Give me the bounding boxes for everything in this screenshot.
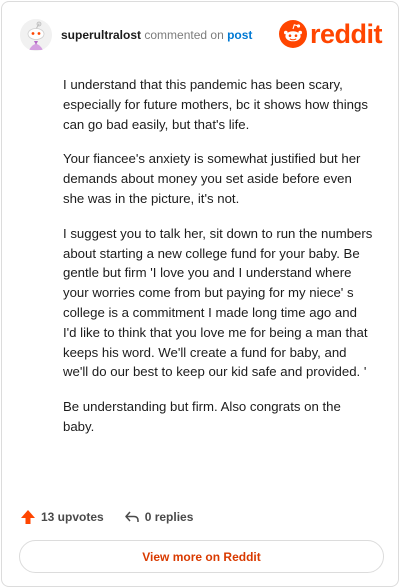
- comment-body: I understand that this pandemic has been…: [63, 75, 373, 452]
- comment-footer: 13 upvotes 0 replies: [20, 507, 193, 527]
- comment-paragraph: Your fiancee's anxiety is somewhat justi…: [63, 151, 361, 206]
- reply-arrow-icon: [124, 511, 139, 522]
- snoo-avatar-icon: [20, 19, 52, 51]
- comment-header: superultralost commented on post reddit: [20, 18, 383, 52]
- reddit-logo[interactable]: reddit: [278, 18, 383, 50]
- replies-stat[interactable]: 0 replies: [124, 509, 194, 525]
- user-avatar[interactable]: [20, 19, 52, 51]
- comment-byline: superultralost commented on post: [61, 28, 252, 42]
- comment-paragraph: Be understanding but firm. Also congrats…: [63, 399, 341, 434]
- upvotes-stat[interactable]: 13 upvotes: [20, 509, 104, 525]
- comment-paragraph: I suggest you to talk her, sit down to r…: [63, 225, 373, 380]
- comment-paragraph: I understand that this pandemic has been…: [63, 77, 368, 132]
- upvotes-count: 13 upvotes: [41, 510, 104, 524]
- reddit-snoo-icon: [278, 20, 307, 48]
- author-username[interactable]: superultralost: [61, 28, 141, 42]
- replies-count: 0 replies: [144, 510, 194, 524]
- action-text: commented on: [144, 28, 224, 42]
- post-link[interactable]: post: [227, 28, 252, 42]
- embedded-comment-card: superultralost commented on post reddit …: [1, 1, 399, 587]
- reddit-wordmark: reddit: [309, 19, 383, 49]
- upvote-arrow-icon: [21, 510, 35, 524]
- view-more-button[interactable]: View more on Reddit: [19, 540, 384, 573]
